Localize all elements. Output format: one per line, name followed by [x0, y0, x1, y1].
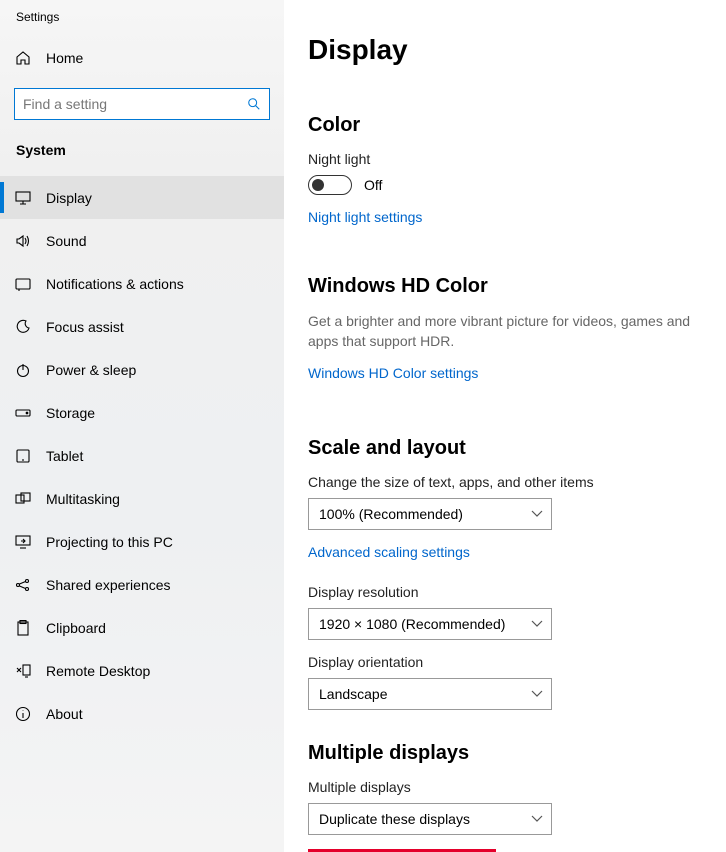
sidebar-item-power[interactable]: Power & sleep — [0, 348, 284, 391]
search-input[interactable] — [23, 96, 247, 112]
notifications-icon — [14, 275, 32, 293]
section-heading-scale: Scale and layout — [308, 437, 702, 460]
chevron-down-icon — [531, 510, 543, 518]
sidebar-item-notifications[interactable]: Notifications & actions — [0, 262, 284, 305]
orientation-label: Display orientation — [308, 654, 702, 670]
main-content: Display Color Night light Off Night ligh… — [284, 0, 726, 852]
sidebar-item-about[interactable]: About — [0, 692, 284, 735]
category-label: System — [0, 130, 284, 170]
display-icon — [14, 189, 32, 207]
text-size-label: Change the size of text, apps, and other… — [308, 474, 702, 490]
about-icon — [14, 705, 32, 723]
sidebar-item-projecting[interactable]: Projecting to this PC — [0, 520, 284, 563]
night-light-settings-link[interactable]: Night light settings — [308, 209, 422, 225]
toggle-state-text: Off — [364, 177, 382, 193]
remote-icon — [14, 662, 32, 680]
sidebar-item-label: Projecting to this PC — [46, 534, 173, 550]
chevron-down-icon — [531, 815, 543, 823]
sidebar-item-multitasking[interactable]: Multitasking — [0, 477, 284, 520]
sidebar-item-label: Storage — [46, 405, 95, 421]
section-multi: Multiple displays Multiple displays Dupl… — [308, 742, 702, 852]
sidebar-item-focus[interactable]: Focus assist — [0, 305, 284, 348]
night-light-toggle[interactable] — [308, 175, 352, 195]
section-heading-multi: Multiple displays — [308, 742, 702, 765]
section-heading-hd: Windows HD Color — [308, 275, 702, 298]
sidebar-item-label: Notifications & actions — [46, 276, 184, 292]
resolution-label: Display resolution — [308, 584, 702, 600]
sidebar-item-sound[interactable]: Sound — [0, 219, 284, 262]
night-light-label: Night light — [308, 151, 702, 167]
tablet-icon — [14, 447, 32, 465]
projecting-icon — [14, 533, 32, 551]
sidebar-item-label: Multitasking — [46, 491, 120, 507]
orientation-value: Landscape — [319, 686, 388, 702]
power-icon — [14, 361, 32, 379]
sidebar-item-clipboard[interactable]: Clipboard — [0, 606, 284, 649]
sidebar-item-tablet[interactable]: Tablet — [0, 434, 284, 477]
multitasking-icon — [14, 490, 32, 508]
shared-icon — [14, 576, 32, 594]
section-hd-color: Windows HD Color Get a brighter and more… — [308, 275, 702, 405]
sidebar-item-shared[interactable]: Shared experiences — [0, 563, 284, 606]
sidebar-item-label: Display — [46, 190, 92, 206]
sidebar-item-label: Power & sleep — [46, 362, 136, 378]
clipboard-icon — [14, 619, 32, 637]
search-icon — [247, 97, 261, 111]
sidebar-item-label: Tablet — [46, 448, 83, 464]
multi-value: Duplicate these displays — [319, 811, 470, 827]
section-heading-color: Color — [308, 114, 702, 137]
sound-icon — [14, 232, 32, 250]
sidebar-item-label: About — [46, 706, 83, 722]
text-size-select[interactable]: 100% (Recommended) — [308, 498, 552, 530]
search-field[interactable] — [14, 88, 270, 120]
focus-icon — [14, 318, 32, 336]
sidebar-item-label: Sound — [46, 233, 86, 249]
resolution-value: 1920 × 1080 (Recommended) — [319, 616, 505, 632]
sidebar-item-label: Focus assist — [46, 319, 124, 335]
home-label: Home — [46, 50, 83, 66]
hd-description: Get a brighter and more vibrant picture … — [308, 312, 702, 351]
chevron-down-icon — [531, 620, 543, 628]
sidebar-item-label: Shared experiences — [46, 577, 171, 593]
window-title: Settings — [0, 10, 284, 38]
chevron-down-icon — [531, 690, 543, 698]
sidebar-item-display[interactable]: Display — [0, 176, 284, 219]
text-size-value: 100% (Recommended) — [319, 506, 463, 522]
section-scale: Scale and layout Change the size of text… — [308, 437, 702, 710]
sidebar-item-remote[interactable]: Remote Desktop — [0, 649, 284, 692]
resolution-select[interactable]: 1920 × 1080 (Recommended) — [308, 608, 552, 640]
orientation-select[interactable]: Landscape — [308, 678, 552, 710]
advanced-scaling-link[interactable]: Advanced scaling settings — [308, 544, 470, 560]
home-icon — [14, 49, 32, 67]
nav-list: Display Sound Notifications & actions Fo… — [0, 176, 284, 735]
section-color: Color Night light Off Night light settin… — [308, 114, 702, 249]
sidebar: Settings Home System Display Sound Notif… — [0, 0, 284, 852]
multi-label: Multiple displays — [308, 779, 702, 795]
home-button[interactable]: Home — [0, 38, 284, 78]
hd-color-settings-link[interactable]: Windows HD Color settings — [308, 365, 478, 381]
storage-icon — [14, 404, 32, 422]
page-title: Display — [308, 34, 702, 66]
sidebar-item-label: Clipboard — [46, 620, 106, 636]
sidebar-item-storage[interactable]: Storage — [0, 391, 284, 434]
sidebar-item-label: Remote Desktop — [46, 663, 150, 679]
multi-select[interactable]: Duplicate these displays — [308, 803, 552, 835]
